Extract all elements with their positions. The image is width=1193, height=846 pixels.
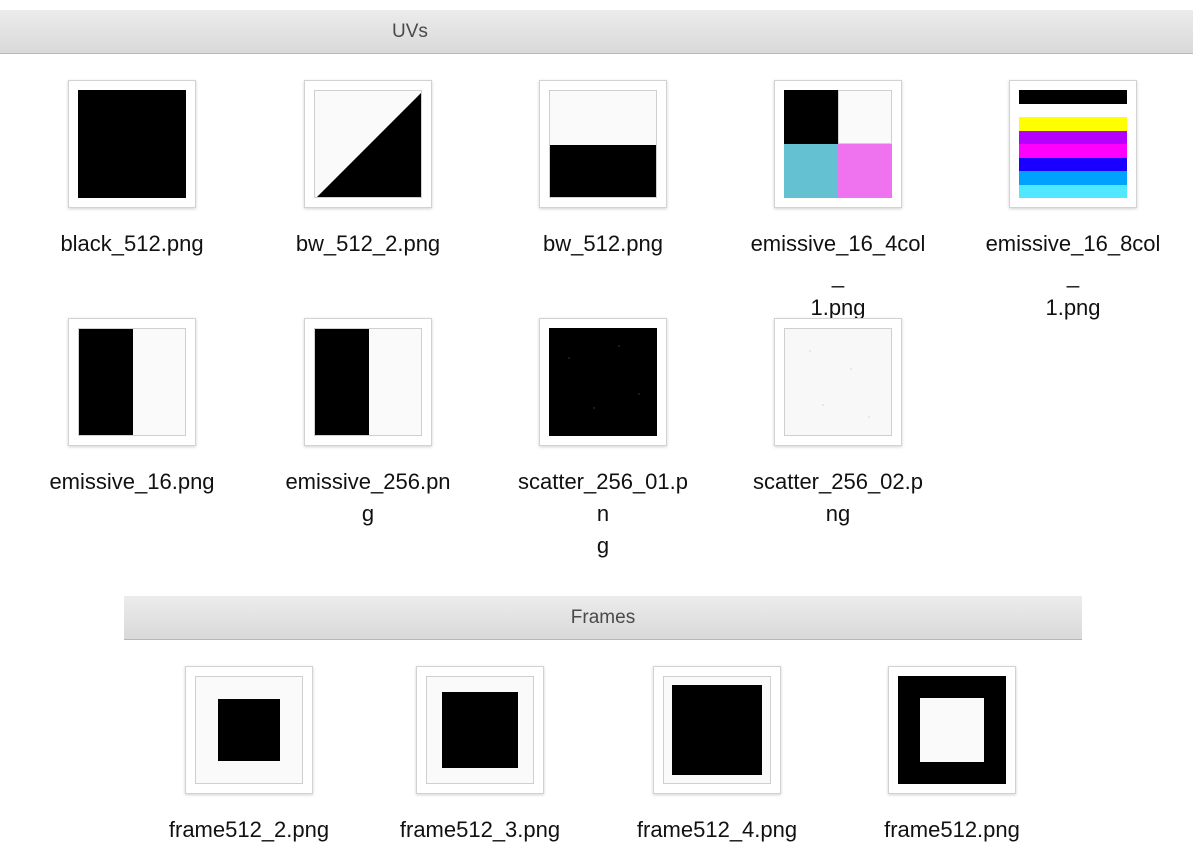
preview-emissive-16-8col-1 [1019, 90, 1127, 198]
file-label[interactable]: bw_512_2.png [280, 228, 456, 260]
thumbnail-frame512-3[interactable] [416, 666, 544, 794]
group-header-frames[interactable]: Frames [124, 596, 1082, 640]
preview-bw-512 [549, 90, 657, 198]
thumbnail-emissive-256[interactable] [304, 318, 432, 446]
file-label[interactable]: frame512_2.png [161, 814, 337, 846]
file-label-line: frame512_4.png [636, 817, 798, 842]
file-label-line: bw_512.png [543, 231, 663, 256]
file-label-line: scatter_256_01.pn [517, 469, 689, 526]
file-label-line: emissive_16_4col_ [750, 231, 926, 288]
preview-frame512-4 [663, 676, 771, 784]
file-label-line: scatter_256_02.p [752, 469, 924, 494]
group-header-uvs[interactable]: UVs [0, 10, 1193, 54]
file-label[interactable]: emissive_16_4col_ 1.png [750, 228, 926, 324]
group-title-frames: Frames [570, 606, 636, 628]
file-label-line: emissive_16_8col_ [985, 231, 1161, 288]
file-label[interactable]: bw_512.png [515, 228, 691, 260]
file-label-line: emissive_256.png [285, 469, 451, 526]
file-label-line: emissive_16.png [49, 469, 215, 494]
preview-black-512 [78, 90, 186, 198]
file-label[interactable]: black_512.png [44, 228, 220, 260]
preview-scatter-256-01 [549, 328, 657, 436]
file-label-line: ng [825, 501, 851, 526]
file-label-line: black_512.png [60, 231, 204, 256]
file-label[interactable]: scatter_256_01.pn g [515, 466, 691, 562]
preview-scatter-256-02 [784, 328, 892, 436]
preview-frame512-2 [195, 676, 303, 784]
preview-emissive-16 [78, 328, 186, 436]
thumbnail-emissive-16[interactable] [68, 318, 196, 446]
file-label[interactable]: frame512_4.png [629, 814, 805, 846]
preview-bw-512-2 [314, 90, 422, 198]
thumbnail-frame512-4[interactable] [653, 666, 781, 794]
thumbnail-frame512[interactable] [888, 666, 1016, 794]
file-label[interactable]: scatter_256_02.p ng [750, 466, 926, 530]
file-label[interactable]: emissive_16_8col_ 1.png [985, 228, 1161, 324]
preview-emissive-16-4col-1 [784, 90, 892, 198]
file-label[interactable]: emissive_16.png [44, 466, 220, 498]
thumbnail-frame512-2[interactable] [185, 666, 313, 794]
thumbnail-bw-512-2[interactable] [304, 80, 432, 208]
thumbnail-emissive-16-8col-1[interactable] [1009, 80, 1137, 208]
preview-frame512-3 [426, 676, 534, 784]
file-label-line: frame512_3.png [399, 817, 561, 842]
thumbnail-bw-512[interactable] [539, 80, 667, 208]
thumbnail-scatter-256-01[interactable] [539, 318, 667, 446]
preview-emissive-256 [314, 328, 422, 436]
group-title-uvs: UVs [392, 20, 428, 42]
file-label-line: bw_512_2.png [295, 231, 441, 256]
file-label-line: frame512.png [884, 817, 1020, 842]
file-label[interactable]: emissive_256.png [280, 466, 456, 530]
thumbnail-black-512[interactable] [68, 80, 196, 208]
file-label-line: 1.png [1045, 295, 1101, 320]
file-label[interactable]: frame512.png [864, 814, 1040, 846]
thumbnail-scatter-256-02[interactable] [774, 318, 902, 446]
file-label-line: g [596, 533, 610, 558]
file-label-line: frame512_2.png [168, 817, 330, 842]
preview-frame512 [898, 676, 1006, 784]
thumbnail-emissive-16-4col-1[interactable] [774, 80, 902, 208]
file-label[interactable]: frame512_3.png [392, 814, 568, 846]
